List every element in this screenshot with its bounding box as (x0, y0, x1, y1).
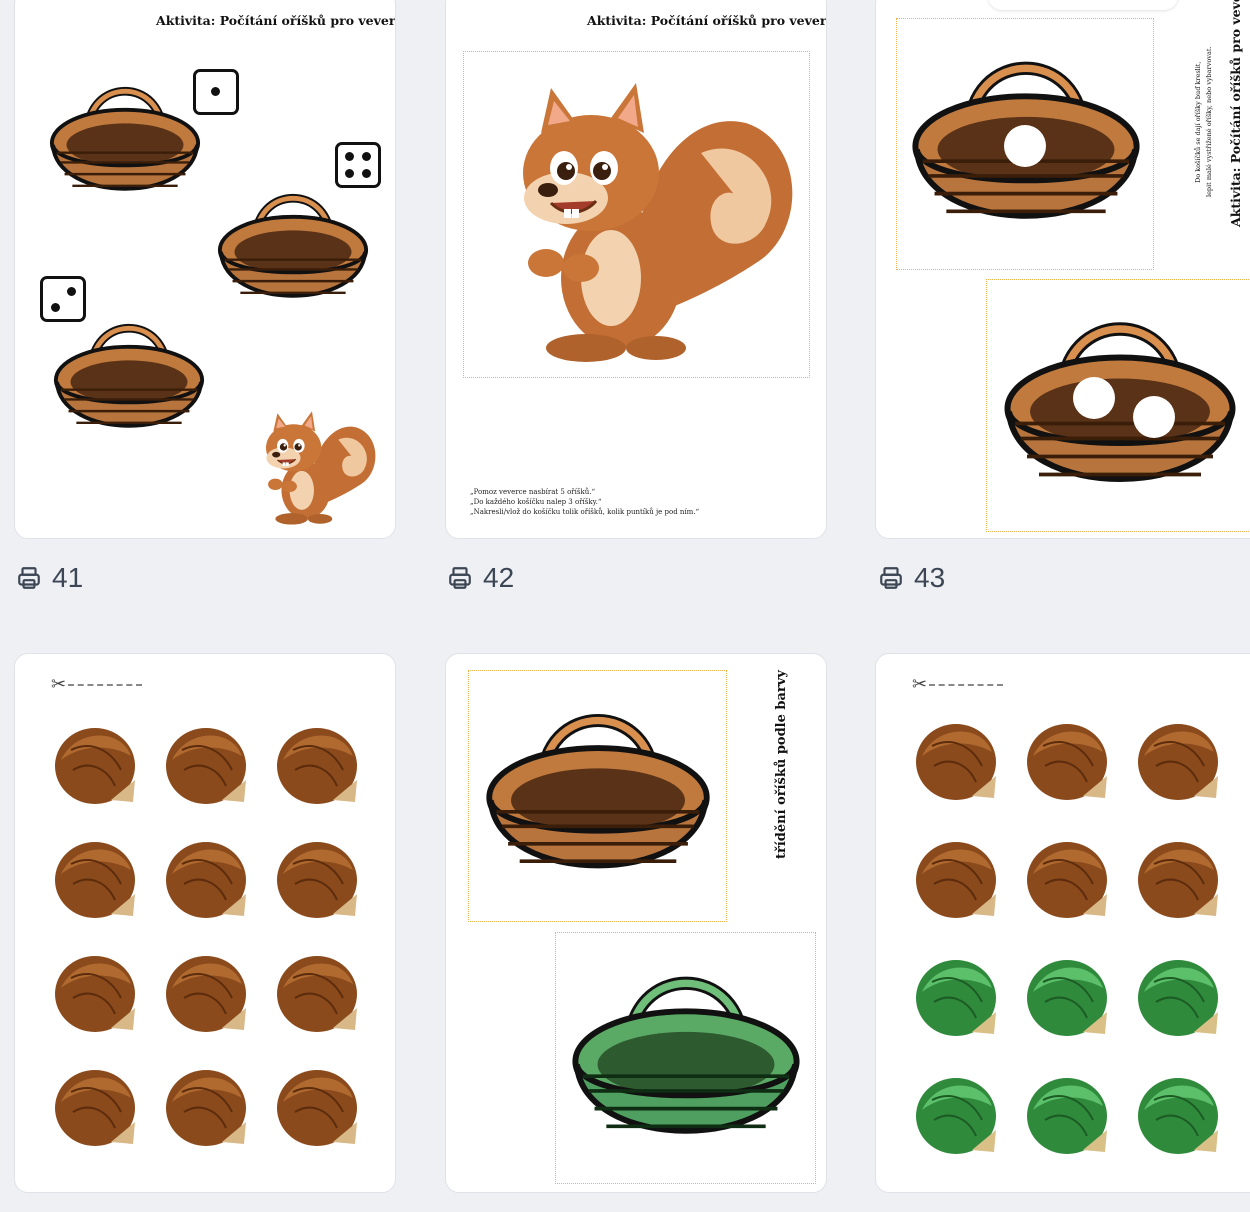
basket-image (47, 66, 203, 214)
die-four-icon (335, 142, 381, 188)
printer-icon (18, 567, 40, 589)
print-count-43[interactable]: 43 (878, 562, 945, 594)
brown-hazelnut-image (51, 1062, 141, 1152)
die-one-icon (193, 69, 239, 115)
brown-hazelnut-image (1134, 716, 1224, 806)
print-count-value: 41 (52, 562, 84, 593)
scissors-icon: ✂ (51, 674, 67, 694)
brown-hazelnut-image (1134, 834, 1224, 924)
dot-hole (1133, 396, 1175, 438)
print-count-42[interactable]: 42 (447, 562, 514, 594)
basket-image (215, 173, 371, 321)
print-count-value: 42 (483, 562, 515, 593)
card-title: Aktivita: Počítání oříšků pro veverku (156, 13, 396, 28)
brown-hazelnut-image (51, 720, 141, 810)
squirrel-image (251, 403, 381, 525)
worksheet-card-41[interactable]: Aktivita: Počítání oříšků pro veverku (14, 0, 396, 539)
green-hazelnut-image (1023, 1070, 1113, 1160)
green-hazelnut-image (1134, 1070, 1224, 1160)
cut-line: ✂ (51, 674, 143, 695)
brown-hazelnut-image (162, 720, 252, 810)
print-count-41[interactable]: 41 (16, 562, 83, 594)
brown-hazelnut-image (162, 1062, 252, 1152)
green-hazelnut-image (912, 1070, 1002, 1160)
brown-hazelnut-image (273, 834, 363, 924)
brown-hazelnut-image (51, 834, 141, 924)
basket-green-image (568, 946, 804, 1168)
scissors-icon: ✂ (912, 674, 928, 694)
worksheet-card-sort-color[interactable]: třídění oříšků podle barvy (445, 653, 827, 1193)
instruction-line: „Nakresli/vlož do košíčku tolik oříšků, … (470, 508, 700, 516)
card-note: Do košíčků se dají oříšky buď kreslit, (1194, 61, 1202, 184)
green-hazelnut-image (1023, 952, 1113, 1042)
brown-hazelnut-image (273, 948, 363, 1038)
card-title: Aktivita: Počítání oříšků pro veverku (587, 13, 827, 28)
basket-image (1000, 291, 1240, 517)
worksheet-card-43[interactable]: Aktivita: Počítání oříšků pro veverku Do… (875, 0, 1250, 539)
squirrel-image (486, 63, 806, 363)
dot-hole (1004, 125, 1046, 167)
brown-hazelnut-image (273, 720, 363, 810)
instruction-line: „Pomoz veverce nasbírat 5 oříšků.“ (470, 488, 596, 496)
brown-hazelnut-image (273, 1062, 363, 1152)
green-hazelnut-image (1134, 952, 1224, 1042)
brown-hazelnut-image (912, 834, 1002, 924)
card-title-vertical: Aktivita: Počítání oříšků pro veverku (1228, 0, 1243, 227)
brown-hazelnut-image (51, 948, 141, 1038)
green-hazelnut-image (912, 952, 1002, 1042)
printer-icon (880, 567, 902, 589)
printer-icon (449, 567, 471, 589)
card-title-vertical: třídění oříšků podle barvy (774, 670, 789, 859)
basket-brown-image (482, 684, 714, 902)
basket-image (51, 303, 207, 451)
dot-hole (1073, 377, 1115, 419)
worksheet-card-brown-nuts[interactable]: ✂ (14, 653, 396, 1193)
brown-hazelnut-image (162, 834, 252, 924)
die-two-icon (40, 276, 86, 322)
cut-line: ✂ (912, 674, 1004, 695)
instruction-line: „Do každého košíčku nalep 3 oříšky.“ (470, 498, 602, 506)
popover-edge (988, 0, 1178, 10)
brown-hazelnut-image (1023, 716, 1113, 806)
instructions: „Pomoz veverce nasbírat 5 oříšků.“ „Do k… (470, 487, 699, 517)
worksheet-card-42[interactable]: Aktivita: Počítání oříšků pro veverku „P… (445, 0, 827, 539)
worksheet-card-mixed-nuts[interactable]: ✂ (875, 653, 1250, 1193)
brown-hazelnut-image (912, 716, 1002, 806)
brown-hazelnut-image (162, 948, 252, 1038)
print-count-value: 43 (914, 562, 946, 593)
card-note: lepit malé vystřižené oříšky, nebo vybar… (1205, 46, 1213, 197)
brown-hazelnut-image (1023, 834, 1113, 924)
